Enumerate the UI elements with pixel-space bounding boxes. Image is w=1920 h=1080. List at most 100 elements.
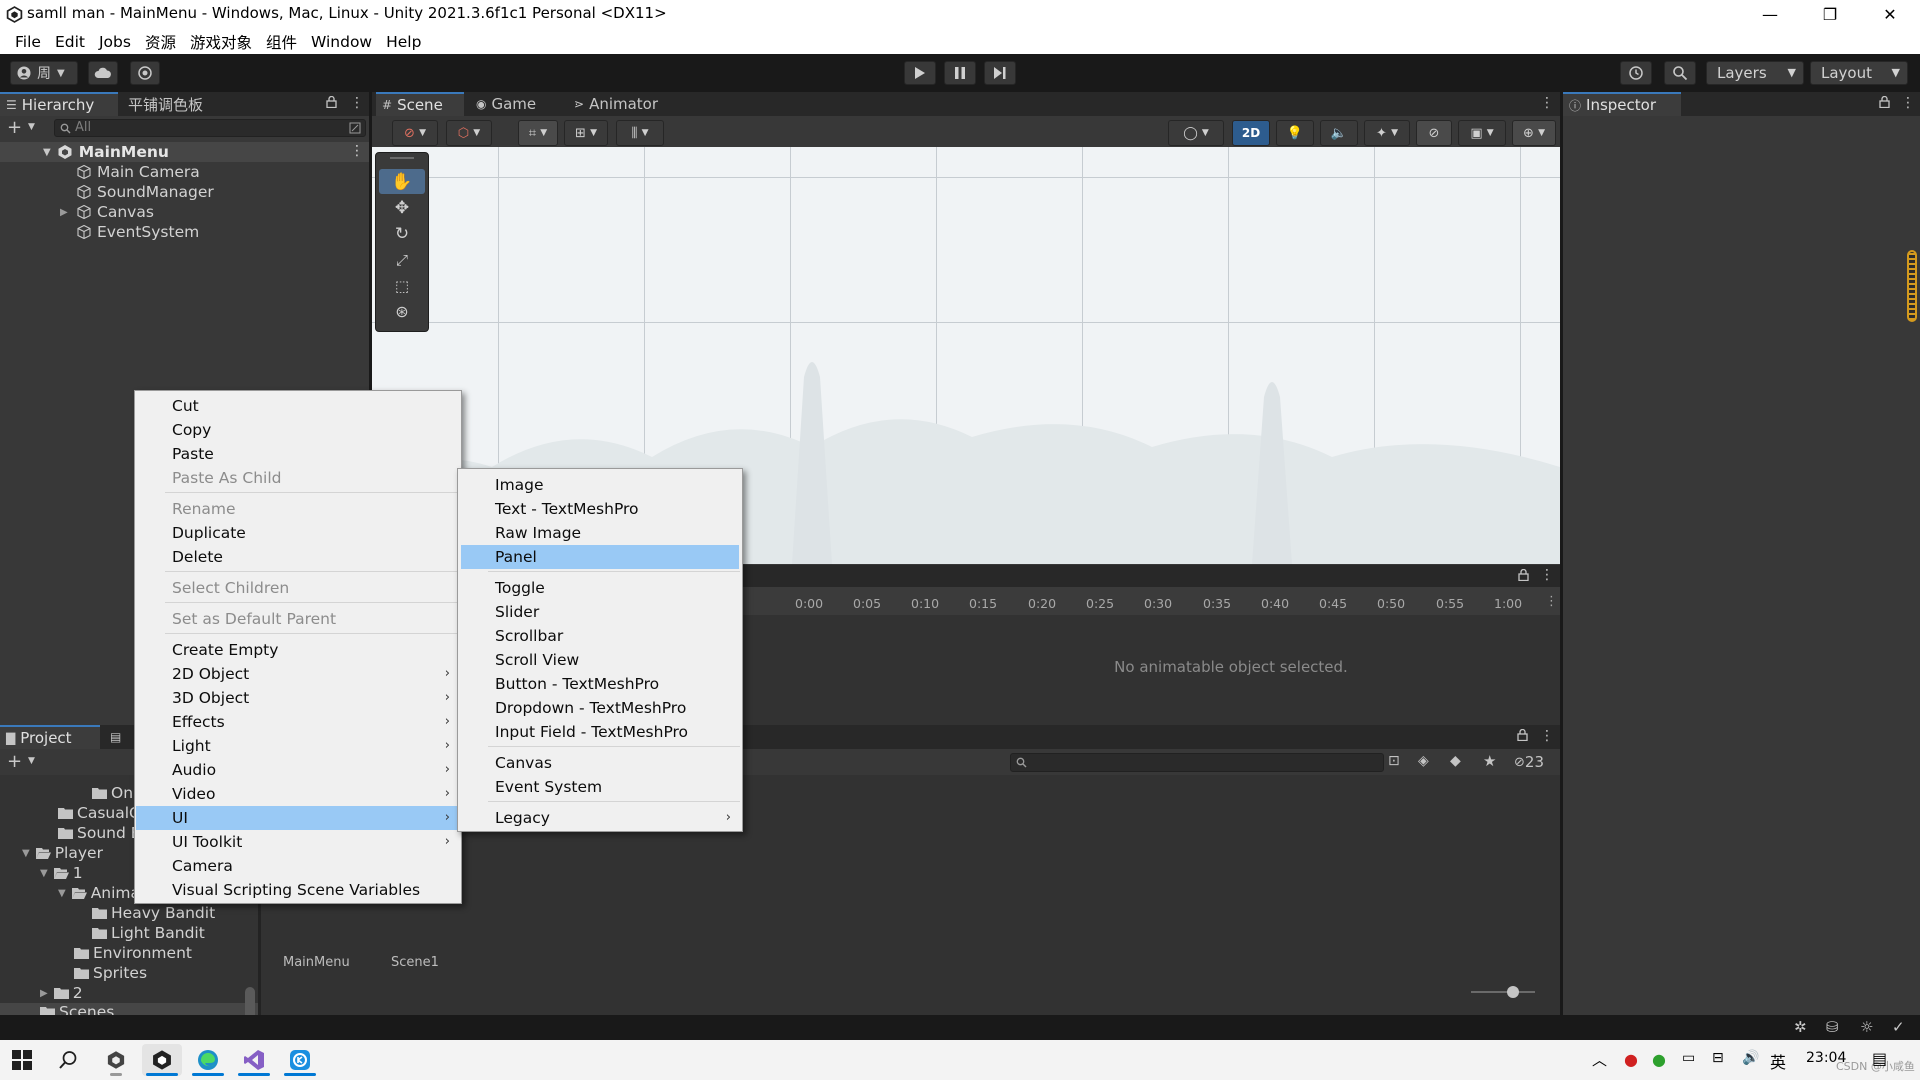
lock-icon[interactable] bbox=[1517, 729, 1528, 741]
folder-row[interactable]: Environment bbox=[74, 943, 192, 963]
menu-item-2d-object[interactable]: 2D Object › bbox=[136, 662, 460, 686]
tab-console[interactable]: ▤ bbox=[104, 725, 136, 749]
folder-row[interactable]: ▼ 1 bbox=[40, 863, 83, 883]
layout-dropdown[interactable]: Layout ▼ bbox=[1810, 61, 1908, 85]
hierarchy-search-input[interactable]: All bbox=[54, 119, 366, 137]
scene-visibility-toggle[interactable]: ⊘ bbox=[1416, 120, 1452, 146]
debug-icon[interactable]: ✲ bbox=[1794, 1018, 1807, 1036]
notification-icon[interactable]: ▤ bbox=[1872, 1049, 1887, 1068]
ime-indicator[interactable]: 英 bbox=[1770, 1049, 1786, 1073]
menu-file[interactable]: File bbox=[8, 33, 48, 51]
effects-dropdown[interactable]: ✦ ▼ bbox=[1364, 120, 1410, 146]
more-options-icon[interactable]: ⋮ bbox=[1540, 728, 1554, 744]
qq-tray-icon[interactable]: ● bbox=[1624, 1050, 1638, 1069]
submenu-item-scrollbar[interactable]: Scrollbar bbox=[459, 624, 741, 648]
menu-item-ui-toolkit[interactable]: UI Toolkit › bbox=[136, 830, 460, 854]
hierarchy-item[interactable]: Main Camera bbox=[0, 162, 369, 182]
hand-tool-button[interactable]: ✋ bbox=[379, 169, 425, 194]
close-button[interactable]: ✕ bbox=[1860, 0, 1920, 29]
rotate-tool-button[interactable]: ↻ bbox=[379, 221, 425, 246]
folder-row[interactable]: On bbox=[92, 783, 133, 803]
submenu-item-slider[interactable]: Slider bbox=[459, 600, 741, 624]
menu-assets[interactable]: 资源 bbox=[138, 31, 183, 53]
transform-tool-button[interactable]: ⊛ bbox=[379, 299, 425, 324]
cache-server-icon[interactable]: ⛁ bbox=[1826, 1018, 1839, 1036]
asset-label[interactable]: MainMenu bbox=[283, 955, 350, 970]
lock-icon[interactable] bbox=[1879, 96, 1890, 108]
audio-toggle[interactable]: 🔈 bbox=[1320, 120, 1358, 146]
taskbar-unity-hub[interactable] bbox=[96, 1044, 136, 1076]
add-icon[interactable]: + bbox=[7, 751, 22, 772]
minimize-button[interactable]: — bbox=[1740, 0, 1800, 29]
project-search-input[interactable] bbox=[1010, 753, 1384, 772]
volume-icon[interactable]: 🔊 bbox=[1742, 1050, 1759, 1066]
menu-window[interactable]: Window bbox=[304, 33, 379, 51]
menu-item-visual-scripting-scene-variables[interactable]: Visual Scripting Scene Variables bbox=[136, 878, 460, 902]
menu-item-paste[interactable]: Paste bbox=[136, 442, 460, 466]
submenu-item-legacy[interactable]: Legacy › bbox=[459, 806, 741, 830]
start-button[interactable] bbox=[2, 1044, 42, 1076]
increment-snap-dropdown[interactable]: ⫼ ▼ bbox=[616, 120, 664, 146]
drag-handle[interactable] bbox=[390, 157, 414, 159]
submenu-item-text-textmeshpro[interactable]: Text - TextMeshPro bbox=[459, 497, 741, 521]
more-options-icon[interactable]: ⋮ bbox=[350, 95, 364, 111]
menu-item-light[interactable]: Light › bbox=[136, 734, 460, 758]
chevron-right-icon[interactable]: ▶ bbox=[60, 207, 76, 218]
menu-item-delete[interactable]: Delete bbox=[136, 545, 460, 569]
menu-item-copy[interactable]: Copy bbox=[136, 418, 460, 442]
submenu-item-event-system[interactable]: Event System bbox=[459, 775, 741, 799]
folder-row[interactable]: Sound E bbox=[58, 823, 141, 843]
search-button[interactable] bbox=[1664, 61, 1696, 85]
folder-row[interactable]: Sprites bbox=[74, 963, 147, 983]
chevron-down-icon[interactable]: ▼ bbox=[58, 888, 66, 899]
menu-item-video[interactable]: Video › bbox=[136, 782, 460, 806]
pivot-toggle[interactable]: ⌗ ▼ bbox=[518, 120, 558, 146]
wechat-tray-icon[interactable]: ● bbox=[1652, 1050, 1666, 1069]
toggle-2d-button[interactable]: 2D bbox=[1232, 120, 1270, 146]
grid-snap-dropdown[interactable]: ⊞ ▼ bbox=[564, 120, 608, 146]
shading-dropdown[interactable]: ◯ ▼ bbox=[1168, 120, 1224, 146]
menu-jobs[interactable]: Jobs bbox=[92, 33, 138, 51]
submenu-item-button-textmeshpro[interactable]: Button - TextMeshPro bbox=[459, 672, 741, 696]
folder-row[interactable]: Heavy Bandit bbox=[92, 903, 215, 923]
collab-button[interactable] bbox=[130, 61, 160, 85]
menu-item-duplicate[interactable]: Duplicate bbox=[136, 521, 460, 545]
rect-tool-button[interactable]: ⬚ bbox=[379, 273, 425, 298]
star-icon[interactable]: ★ bbox=[1483, 752, 1496, 770]
taskbar-unity-editor[interactable] bbox=[142, 1044, 182, 1076]
menu-item-select-children[interactable]: Select Children bbox=[136, 576, 460, 600]
account-dropdown[interactable]: 周 ▼ bbox=[10, 61, 78, 85]
tab-game[interactable]: ◉ Game bbox=[470, 92, 546, 116]
submenu-item-panel[interactable]: Panel bbox=[461, 545, 739, 569]
hidden-packages-toggle[interactable]: ⊘ 23 bbox=[1514, 753, 1544, 771]
auto-generate-lighting-icon[interactable]: ☼ bbox=[1860, 1018, 1873, 1036]
search-filter-icon[interactable] bbox=[349, 122, 361, 134]
folder-row[interactable]: ▼ Anima bbox=[58, 883, 140, 903]
menu-item-rename[interactable]: Rename bbox=[136, 497, 460, 521]
submenu-item-toggle[interactable]: Toggle bbox=[459, 576, 741, 600]
lighting-toggle[interactable]: 💡 bbox=[1276, 120, 1314, 146]
pause-button[interactable] bbox=[944, 61, 976, 85]
tab-project[interactable]: ▇ Project bbox=[0, 725, 100, 749]
chevron-up-icon[interactable]: ︿ bbox=[1592, 1049, 1607, 1070]
more-options-icon[interactable]: ⋮ bbox=[1540, 95, 1554, 111]
menu-edit[interactable]: Edit bbox=[48, 33, 92, 51]
chevron-down-icon[interactable]: ▼ bbox=[22, 848, 30, 859]
menu-item-3d-object[interactable]: 3D Object › bbox=[136, 686, 460, 710]
more-options-icon[interactable]: ⋮ bbox=[1901, 95, 1915, 111]
add-icon[interactable]: + bbox=[7, 117, 22, 138]
render-mode-dropdown[interactable]: ⬡ ▼ bbox=[446, 120, 492, 146]
tag-icon[interactable]: ◆ bbox=[1450, 753, 1461, 769]
taskbar-app[interactable] bbox=[280, 1044, 320, 1076]
menu-gameobject[interactable]: 游戏对象 bbox=[183, 31, 259, 53]
submenu-item-scroll-view[interactable]: Scroll View bbox=[459, 648, 741, 672]
menu-item-set-default-parent[interactable]: Set as Default Parent bbox=[136, 607, 460, 631]
check-circle-icon[interactable]: ✓ bbox=[1892, 1018, 1905, 1036]
tab-inspector[interactable]: ⓘ Inspector bbox=[1563, 92, 1681, 116]
chevron-down-icon[interactable]: ▼ bbox=[43, 147, 51, 158]
chevron-down-icon[interactable]: ▼ bbox=[28, 122, 35, 132]
hierarchy-item[interactable]: ▶ Canvas bbox=[0, 202, 369, 222]
submenu-item-canvas[interactable]: Canvas bbox=[459, 751, 741, 775]
step-button[interactable] bbox=[984, 61, 1016, 85]
search-by-type-icon[interactable]: ⊡ bbox=[1388, 753, 1400, 769]
